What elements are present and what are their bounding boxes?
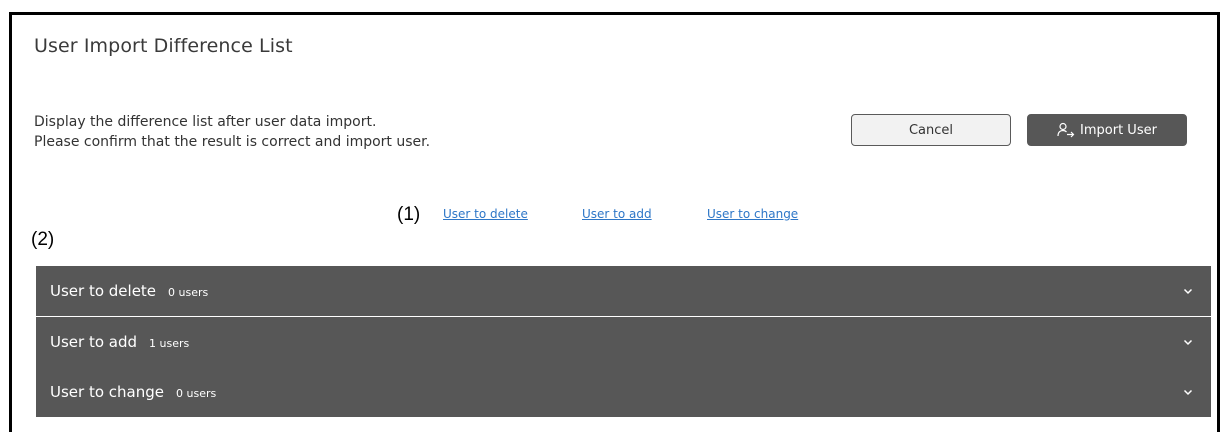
section-header-user-to-add[interactable]: User to add 1 users xyxy=(36,317,1211,367)
section-title: User to change xyxy=(50,383,164,401)
section-header-user-to-delete[interactable]: User to delete 0 users xyxy=(36,266,1211,316)
user-import-icon xyxy=(1057,122,1075,138)
section-title: User to delete xyxy=(50,282,157,300)
section-title: User to add xyxy=(50,333,138,351)
page-title: User Import Difference List xyxy=(34,35,293,57)
section-count: 0 users xyxy=(168,286,209,299)
cancel-button[interactable]: Cancel xyxy=(851,114,1011,146)
chevron-down-icon xyxy=(1183,337,1193,347)
link-user-to-delete[interactable]: User to delete xyxy=(443,207,528,221)
section-count: 0 users xyxy=(176,387,217,400)
import-user-button[interactable]: Import User xyxy=(1027,114,1187,146)
description-line-1: Display the difference list after user d… xyxy=(34,114,377,130)
chevron-down-icon xyxy=(1183,286,1193,296)
description-line-2: Please confirm that the result is correc… xyxy=(34,134,431,150)
annotation-marker-1: (1) xyxy=(397,204,421,225)
import-user-button-label: Import User xyxy=(1080,122,1157,138)
cancel-button-label: Cancel xyxy=(908,122,954,138)
link-user-to-add[interactable]: User to add xyxy=(582,207,652,221)
section-count: 1 users xyxy=(149,337,190,350)
chevron-down-icon xyxy=(1183,387,1193,397)
section-header-user-to-change[interactable]: User to change 0 users xyxy=(36,367,1211,417)
link-user-to-change[interactable]: User to change xyxy=(707,207,798,221)
annotation-marker-2: (2) xyxy=(31,229,55,250)
description: Display the difference list after user d… xyxy=(34,112,430,152)
